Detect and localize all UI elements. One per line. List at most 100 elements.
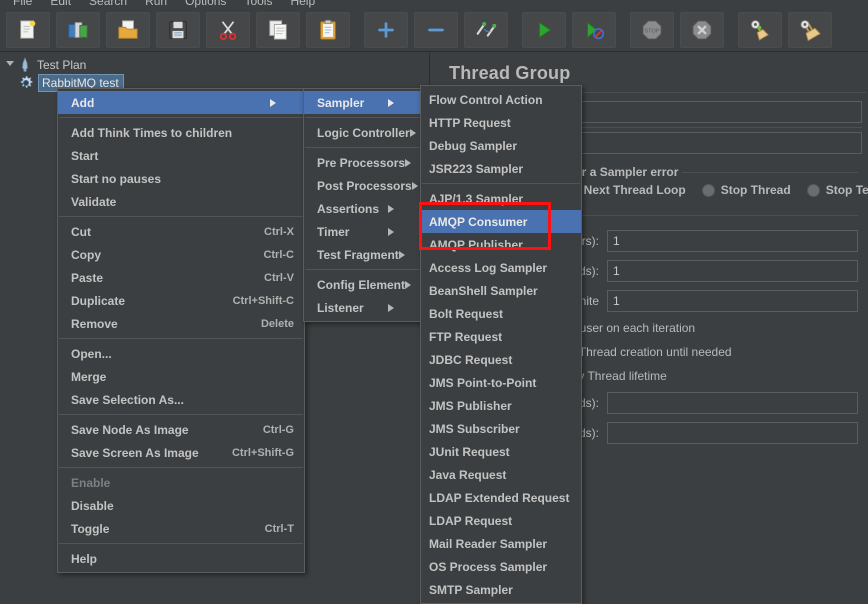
start-button[interactable]: [522, 11, 566, 48]
templates-button[interactable]: [56, 11, 100, 48]
context-menu-item-remove[interactable]: Remove Delete: [58, 312, 304, 335]
sampler-menu-item-jms-publisher[interactable]: JMS Publisher: [421, 394, 581, 417]
context-menu-item-separator: [59, 414, 303, 415]
paste-button[interactable]: [306, 11, 350, 48]
save-button[interactable]: [156, 11, 200, 48]
context-menu-item-add-think-times-to-children[interactable]: Add Think Times to children: [58, 121, 304, 144]
sampler-menu-item-java-request[interactable]: Java Request: [421, 463, 581, 486]
sampler-menu-item-label: HTTP Request: [429, 115, 511, 130]
menubar-item-options[interactable]: Options: [176, 0, 235, 8]
sampler-menu-item-http-request[interactable]: HTTP Request: [421, 111, 581, 134]
lifetime-field-input-0[interactable]: [607, 392, 858, 414]
menubar-item-tools[interactable]: Tools: [235, 0, 281, 8]
sampler-menu-item-jms-subscriber[interactable]: JMS Subscriber: [421, 417, 581, 440]
context-menu-item-start[interactable]: Start: [58, 144, 304, 167]
sampler-menu-item-ftp-request[interactable]: FTP Request: [421, 325, 581, 348]
radio-stop-thread[interactable]: [701, 183, 715, 197]
sampler-menu-item-ldap-extended-request[interactable]: LDAP Extended Request: [421, 486, 581, 509]
menubar-item-help[interactable]: Help: [281, 0, 324, 8]
sampler-menu-item-debug-sampler[interactable]: Debug Sampler: [421, 134, 581, 157]
add-menu-item-logic-controller[interactable]: Logic Controller: [304, 121, 422, 144]
menubar-item-edit[interactable]: Edit: [41, 0, 80, 8]
new-test-plan-button[interactable]: [6, 11, 50, 48]
context-menu-item-duplicate[interactable]: Duplicate Ctrl+Shift-C: [58, 289, 304, 312]
sampler-menu-item-ajp-1-3-sampler[interactable]: AJP/1.3 Sampler: [421, 187, 581, 210]
context-menu-item-label: Cut: [71, 224, 91, 239]
sampler-menu-item-junit-request[interactable]: JUnit Request: [421, 440, 581, 463]
sampler-menu-item-flow-control-action[interactable]: Flow Control Action: [421, 88, 581, 111]
collapse-all-button[interactable]: [414, 11, 458, 48]
context-menu-item-save-screen-as-image[interactable]: Save Screen As Image Ctrl+Shift-G: [58, 441, 304, 464]
sampler-menu-item-jms-point-to-point[interactable]: JMS Point-to-Point: [421, 371, 581, 394]
copy-button[interactable]: [256, 11, 300, 48]
add-menu-item-post-processors[interactable]: Post Processors: [304, 174, 422, 197]
context-menu-item-paste[interactable]: Paste Ctrl-V: [58, 266, 304, 289]
expand-caret-icon[interactable]: [4, 59, 16, 71]
menubar-item-search[interactable]: Search: [80, 0, 136, 8]
add-menu-item-test-fragment[interactable]: Test Fragment: [304, 243, 422, 266]
clear-button[interactable]: [738, 11, 782, 48]
context-menu-item-copy[interactable]: Copy Ctrl-C: [58, 243, 304, 266]
context-menu-item-cut[interactable]: Cut Ctrl-X: [58, 220, 304, 243]
context-menu-item-label: Validate: [71, 194, 117, 209]
lifetime-field-input-1[interactable]: [607, 422, 858, 444]
add-menu-item-pre-processors[interactable]: Pre Processors: [304, 151, 422, 174]
context-menu-item-validate[interactable]: Validate: [58, 190, 304, 213]
shutdown-button[interactable]: [680, 11, 724, 48]
context-menu-item-save-node-as-image[interactable]: Save Node As Image Ctrl-G: [58, 418, 304, 441]
add-menu-item-config-element[interactable]: Config Element: [304, 273, 422, 296]
start-no-pauses-button[interactable]: [572, 11, 616, 48]
sampler-menu-item-ldap-request[interactable]: LDAP Request: [421, 509, 581, 532]
toggle-button[interactable]: [464, 11, 508, 48]
context-menu-item-toggle[interactable]: Toggle Ctrl-T: [58, 517, 304, 540]
tree-node-context-menu[interactable]: Add Add Think Times to children Start Start…: [57, 88, 305, 573]
stop-button[interactable]: STOP: [630, 11, 674, 48]
context-menu-item-accelerator: Ctrl-C: [263, 248, 294, 261]
add-menu-item-assertions[interactable]: Assertions: [304, 197, 422, 220]
context-menu-item-separator: [59, 117, 303, 118]
context-menu-item-separator: [59, 216, 303, 217]
menubar-item-file[interactable]: File: [4, 0, 41, 8]
sampler-menu-item-jdbc-request[interactable]: JDBC Request: [421, 348, 581, 371]
sampler-menu-item-amqp-publisher[interactable]: AMQP Publisher: [421, 233, 581, 256]
tree-node-test-plan[interactable]: Test Plan: [0, 56, 429, 74]
thread-field-input-1[interactable]: [607, 260, 858, 282]
context-menu-item-separator: [59, 543, 303, 544]
sampler-menu-item-access-log-sampler[interactable]: Access Log Sampler: [421, 256, 581, 279]
thread-field-input-2[interactable]: [607, 290, 858, 312]
context-menu-item-add[interactable]: Add: [58, 91, 304, 114]
add-submenu[interactable]: Sampler Logic Controller Pre Processors Pos…: [303, 88, 423, 322]
radio-stop-test[interactable]: [806, 183, 820, 197]
context-menu-item-start-no-pauses[interactable]: Start no pauses: [58, 167, 304, 190]
sampler-menu-item-label: OS Process Sampler: [429, 559, 548, 574]
add-menu-item-label: Pre Processors: [317, 155, 406, 170]
sampler-menu-item-label: Bolt Request: [429, 306, 504, 321]
clear-all-button[interactable]: [788, 11, 832, 48]
sampler-menu-item-label: Mail Reader Sampler: [429, 536, 548, 551]
context-menu-item-save-selection-as[interactable]: Save Selection As...: [58, 388, 304, 411]
expand-all-button[interactable]: [364, 11, 408, 48]
add-menu-item-label: Post Processors: [317, 178, 412, 193]
sampler-menu-item-beanshell-sampler[interactable]: BeanShell Sampler: [421, 279, 581, 302]
context-menu-item-disable[interactable]: Disable: [58, 494, 304, 517]
sampler-menu-item-bolt-request[interactable]: Bolt Request: [421, 302, 581, 325]
context-menu-item-help[interactable]: Help: [58, 547, 304, 570]
sampler-menu-item-os-process-sampler[interactable]: OS Process Sampler: [421, 555, 581, 578]
add-menu-item-timer[interactable]: Timer: [304, 220, 422, 243]
open-button[interactable]: [106, 11, 150, 48]
thread-field-input-0[interactable]: [607, 230, 858, 252]
sampler-submenu[interactable]: Flow Control Action HTTP Request Debug Sam…: [420, 85, 582, 604]
context-menu-item-merge[interactable]: Merge: [58, 365, 304, 388]
menubar-item-run[interactable]: Run: [136, 0, 176, 8]
cut-button[interactable]: [206, 11, 250, 48]
sampler-menu-item-jsr223-sampler[interactable]: JSR223 Sampler: [421, 157, 581, 180]
context-menu-item-open[interactable]: Open...: [58, 342, 304, 365]
context-menu-item-enable[interactable]: Enable: [58, 471, 304, 494]
sampler-menu-item-smtp-sampler[interactable]: SMTP Sampler: [421, 578, 581, 601]
add-menu-item-listener[interactable]: Listener: [304, 296, 422, 319]
add-menu-item-sampler[interactable]: Sampler: [304, 91, 422, 114]
page-title: Thread Group: [449, 63, 571, 83]
sampler-menu-item-amqp-consumer[interactable]: AMQP Consumer: [421, 210, 581, 233]
sampler-menu-item-mail-reader-sampler[interactable]: Mail Reader Sampler: [421, 532, 581, 555]
add-menu-item-label: Timer: [317, 224, 350, 239]
